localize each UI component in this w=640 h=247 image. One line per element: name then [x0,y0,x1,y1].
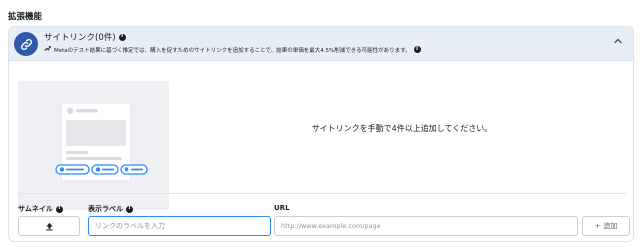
add-button-label: 追加 [603,222,618,230]
display-label-row: 表示ラベル i [88,204,133,214]
sitelinks-subtitle-row: Metaのテスト結果に基づく推定では、購入を促すためのサイトリンクを追加すること… [44,45,421,54]
sitelinks-header[interactable]: サイトリンク(0件) i Metaのテスト結果に基づく推定では、購入を促すための… [9,27,633,61]
add-sitelink-button[interactable]: + 追加 [582,216,630,236]
info-icon[interactable]: i [55,205,63,213]
url-label-row: URL [274,204,290,212]
thumbnail-label-row: サムネイル i [18,204,63,214]
plus-icon: + [594,222,601,230]
url-label: URL [274,204,290,212]
sitelinks-card: サイトリンク(0件) i Metaのテスト結果に基づく推定では、購入を促すための… [8,26,634,242]
info-icon[interactable]: i [118,33,126,41]
upload-thumbnail-button[interactable] [18,216,80,236]
sitelink-preview-illustration [18,81,169,210]
chevron-up-icon[interactable] [613,36,623,46]
info-icon[interactable]: i [413,46,421,53]
url-input[interactable] [274,216,578,236]
section-title: 拡張機能 [8,12,43,22]
sitelinks-title-row: サイトリンク(0件) i [44,31,126,43]
divider [18,193,626,194]
sitelinks-subtitle: Metaのテスト結果に基づく推定では、購入を促すためのサイトリンクを追加すること… [54,47,411,54]
chart-trend-icon [44,45,51,54]
display-label-input[interactable] [88,216,271,236]
link-icon [14,32,38,56]
sitelinks-title: サイトリンク(0件) [44,33,116,43]
display-label-label: 表示ラベル [88,205,123,213]
upload-icon [45,222,53,230]
thumbnail-label: サムネイル [18,205,53,213]
info-icon[interactable]: i [126,205,133,213]
empty-state-message: サイトリンクを手動で4件以上追加してください。 [311,124,493,133]
